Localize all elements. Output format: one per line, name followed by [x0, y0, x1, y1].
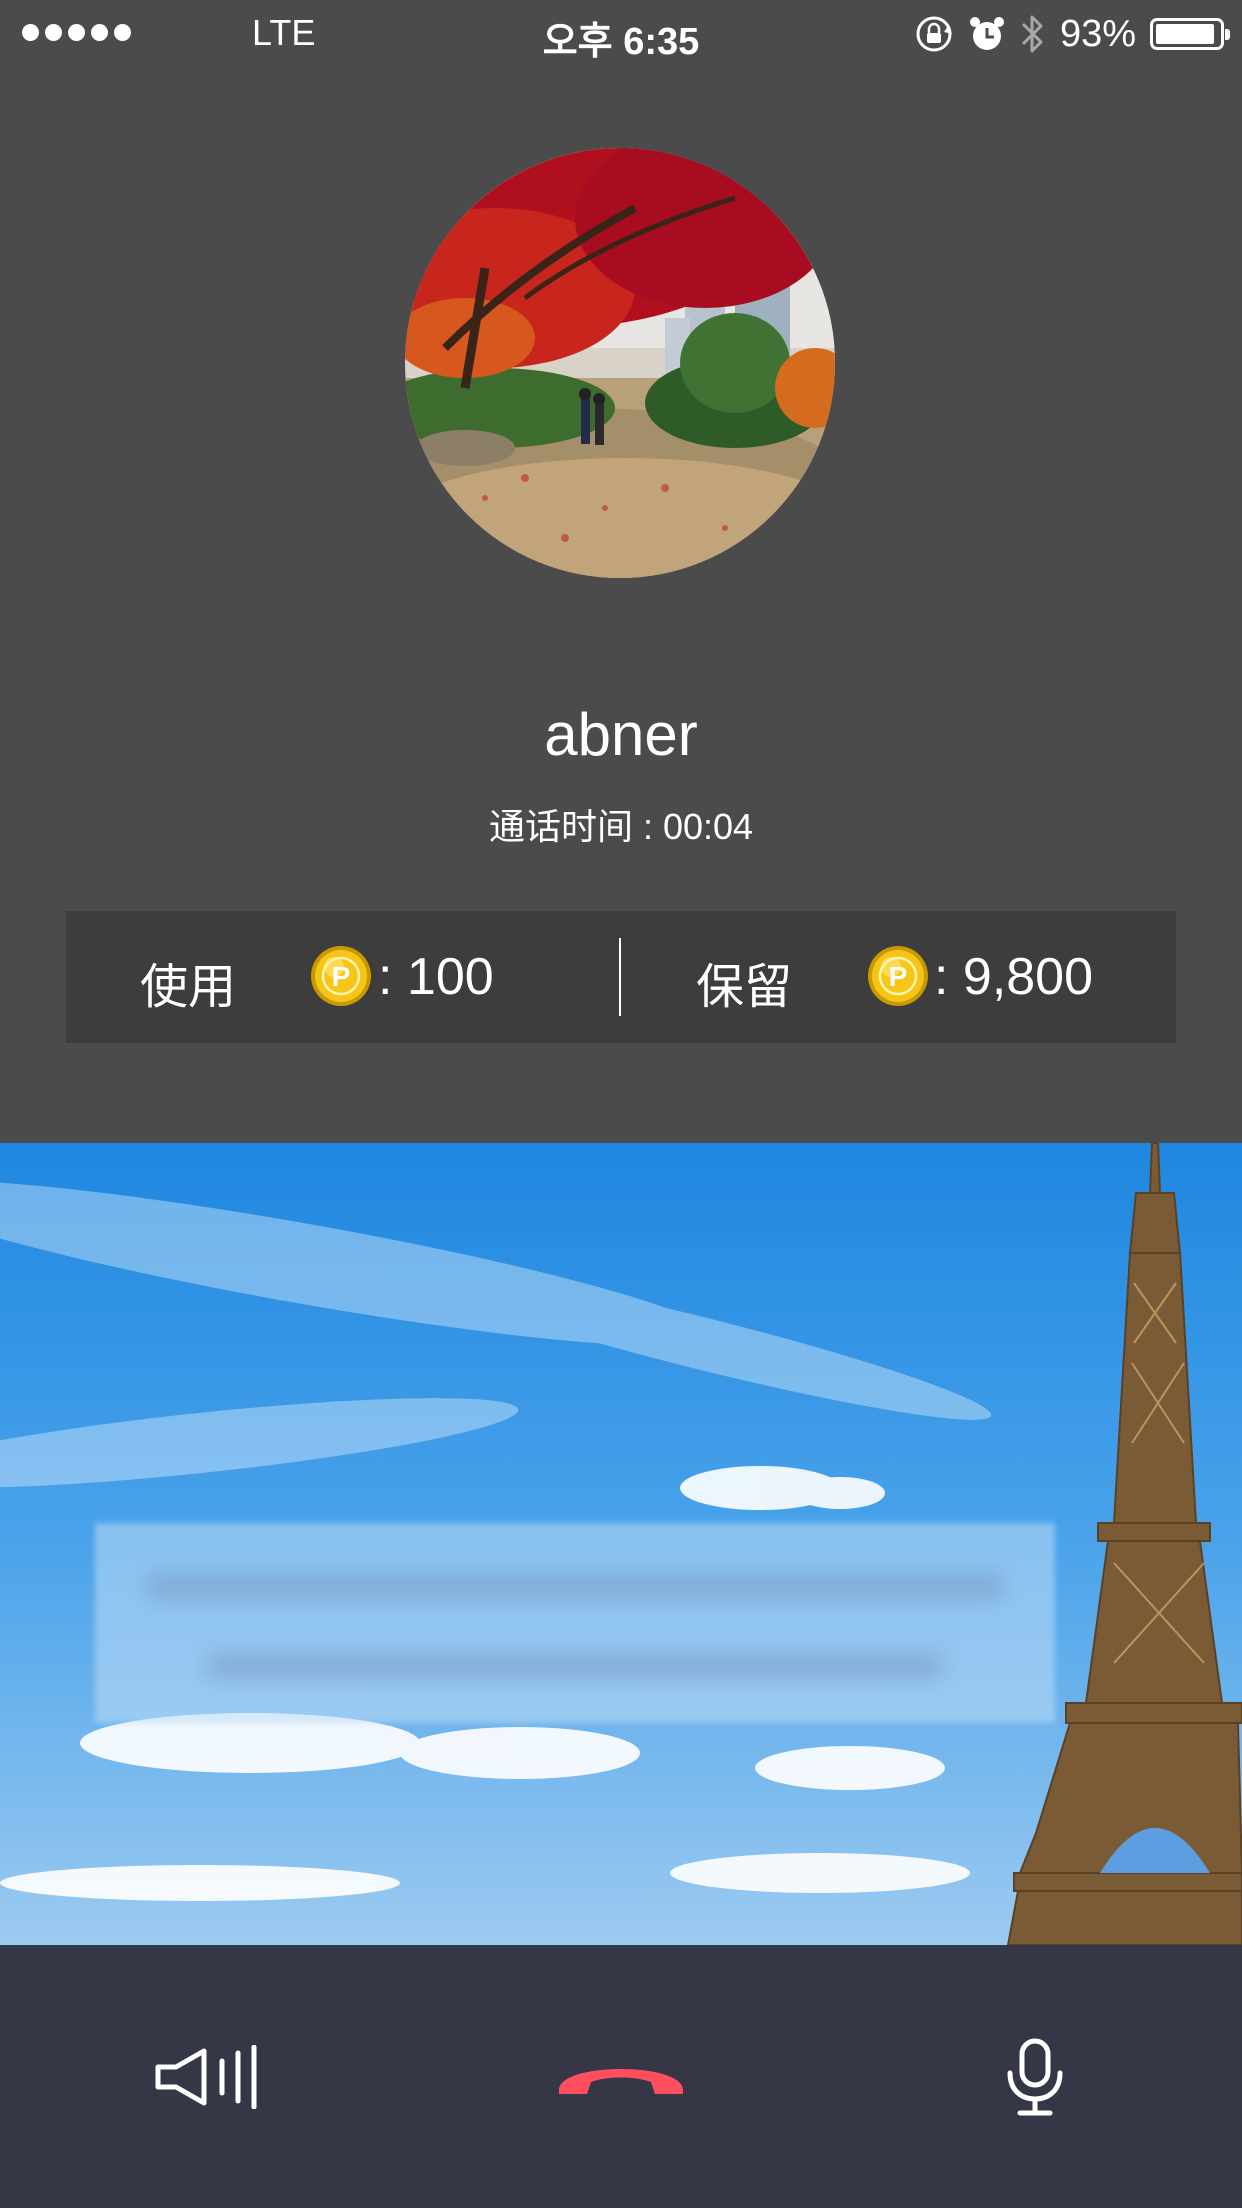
rotation-lock-icon	[916, 16, 952, 52]
reserved-points-label: 保留	[696, 961, 793, 1014]
coin-letter: P	[889, 961, 908, 992]
microphone-icon	[1007, 2038, 1063, 2115]
blurred-caption	[95, 1523, 1055, 1723]
carrier-label: LTE	[252, 12, 316, 53]
hang-up-icon	[559, 2068, 683, 2094]
speaker-button[interactable]	[0, 1945, 414, 2208]
microphone-button[interactable]	[828, 1945, 1242, 2208]
coin-letter: P	[332, 961, 351, 992]
reserved-points-value: : 9,800	[934, 948, 1094, 1006]
points-divider	[619, 938, 621, 1016]
points-bar: 使用 P : 100 保留 P : 9,800	[66, 911, 1176, 1043]
bluetooth-icon	[1021, 15, 1043, 53]
hang-up-button[interactable]	[414, 1945, 828, 2208]
battery-fill	[1156, 24, 1214, 44]
call-controls-bar	[0, 1945, 1242, 2208]
signal-dots-icon	[22, 24, 131, 41]
coin-icon: P	[311, 946, 371, 1006]
battery-icon	[1150, 18, 1230, 50]
call-duration: 通话时间:00:04	[0, 798, 1242, 850]
avatar-photo	[405, 148, 835, 578]
caller-avatar	[405, 148, 835, 578]
speaker-icon	[155, 2044, 257, 2109]
used-points-value: : 100	[378, 948, 494, 1006]
caller-name: abner	[544, 701, 698, 768]
used-points-label: 使用	[140, 961, 237, 1014]
coin-icon: P	[868, 946, 928, 1006]
battery-percent: 93%	[1059, 12, 1136, 55]
call-duration-label: 通话时间	[488, 806, 633, 847]
status-bar: LTE 오후 6:35 93%	[0, 0, 1242, 68]
background-image	[0, 1143, 1242, 1945]
call-duration-value: 00:04	[662, 806, 754, 847]
call-duration-separator: :	[642, 806, 653, 847]
alarm-icon	[969, 17, 1004, 50]
